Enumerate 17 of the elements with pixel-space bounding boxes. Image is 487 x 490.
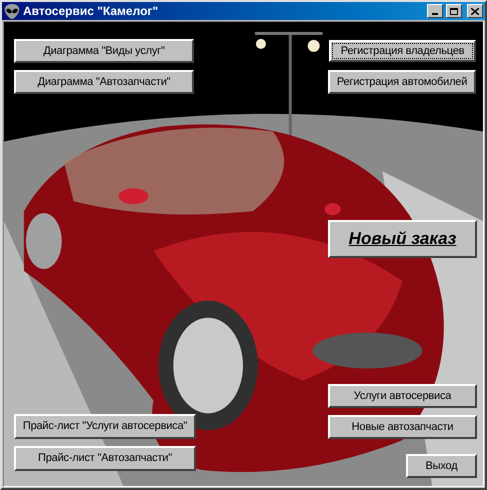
menu-button[interactable]: Выход xyxy=(406,454,477,478)
menu-button[interactable]: Услуги автосервиса xyxy=(328,384,477,408)
menu-button[interactable]: Диаграмма "Автозапчасти" xyxy=(14,70,194,94)
alien-head-icon xyxy=(4,4,20,18)
menu-button[interactable]: Диаграмма "Виды услуг" xyxy=(14,39,194,63)
close-button[interactable] xyxy=(467,4,483,18)
window-title: Автосервис "Камелог" xyxy=(23,3,158,20)
maximize-icon xyxy=(450,8,458,14)
minimize-button[interactable] xyxy=(427,4,443,18)
menu-button[interactable]: Прайс-лист "Автозапчасти" xyxy=(14,446,196,471)
maximize-button[interactable] xyxy=(446,4,462,18)
menu-button[interactable]: Регистрация владельцев xyxy=(329,40,476,62)
menu-button[interactable]: Новые автозапчасти xyxy=(328,415,477,439)
close-icon xyxy=(471,8,479,14)
menu-button[interactable]: Регистрация автомобилей xyxy=(328,70,476,94)
new-order-button[interactable]: Новый заказ xyxy=(328,220,477,258)
menu-button[interactable]: Прайс-лист "Услуги автосервиса" xyxy=(14,414,196,439)
